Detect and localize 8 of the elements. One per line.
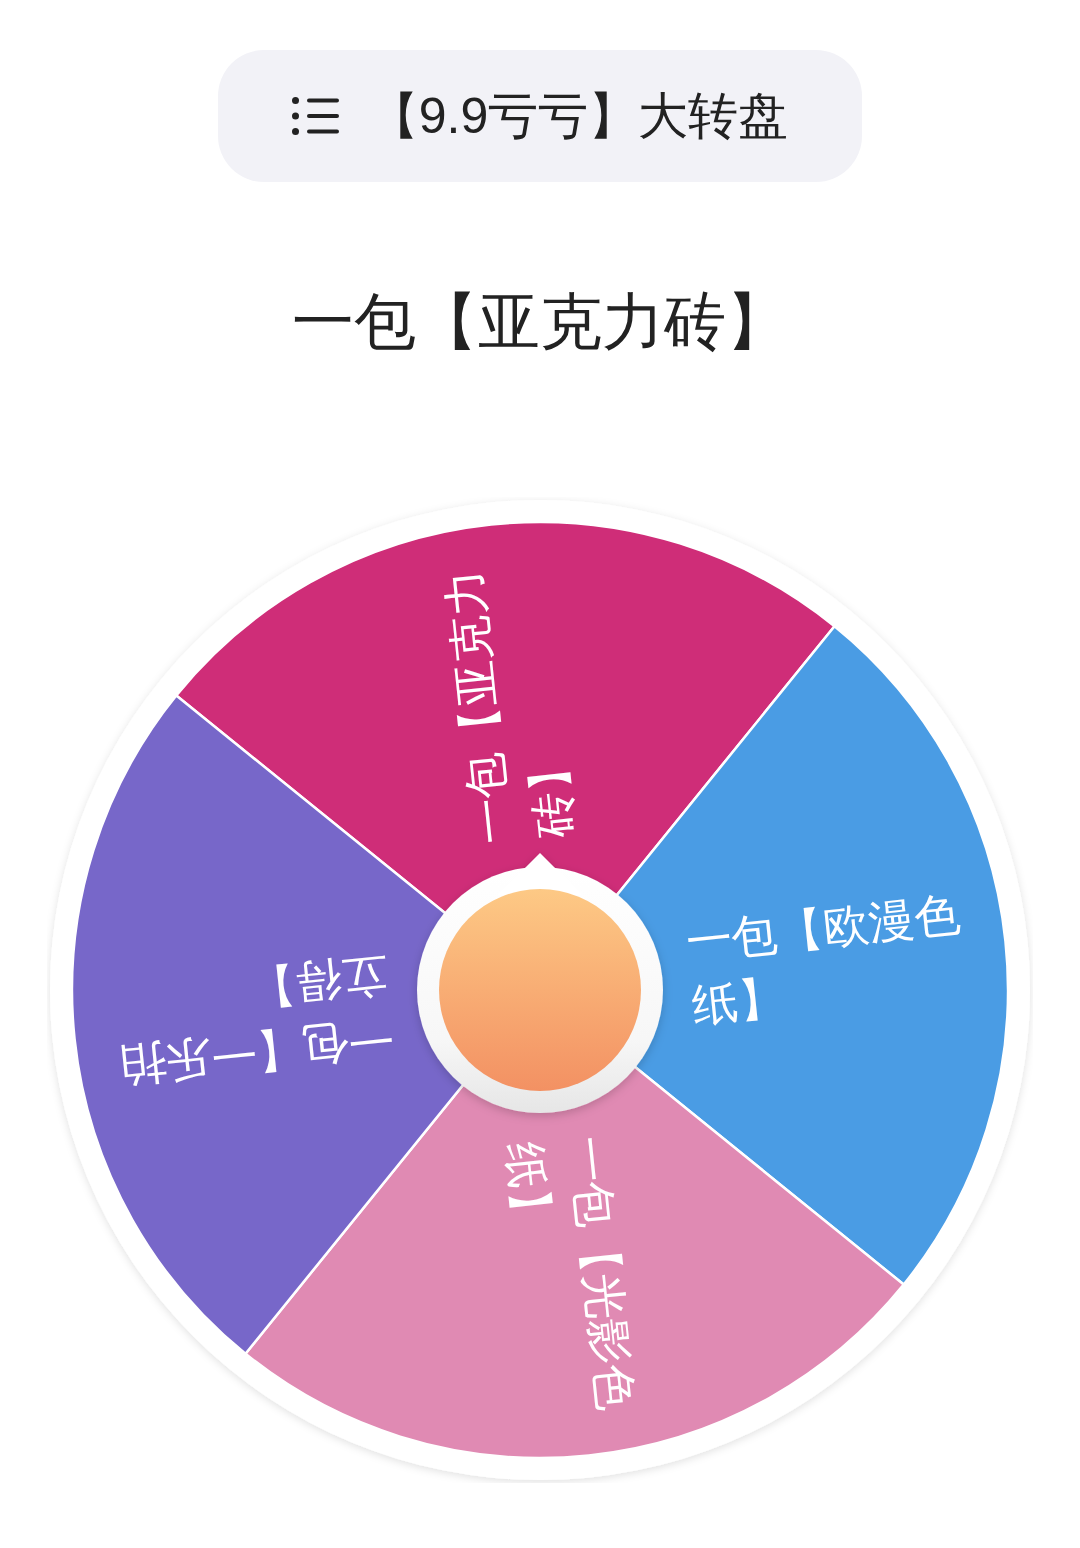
list-icon xyxy=(291,97,339,135)
spin-button[interactable] xyxy=(439,889,641,1091)
wheel-selector-button[interactable]: 【9.9亏亏】大转盘 xyxy=(218,50,862,182)
segment-label: 一包【一乐拍立得】 xyxy=(115,947,398,1095)
segment-label: 一包【亚克力砖】 xyxy=(436,565,583,848)
result-text: 一包【亚克力砖】 xyxy=(292,286,788,358)
segment-label: 一包【欧漫色纸】 xyxy=(682,886,965,1034)
segment-label: 一包【光影色纸】 xyxy=(497,1132,644,1416)
